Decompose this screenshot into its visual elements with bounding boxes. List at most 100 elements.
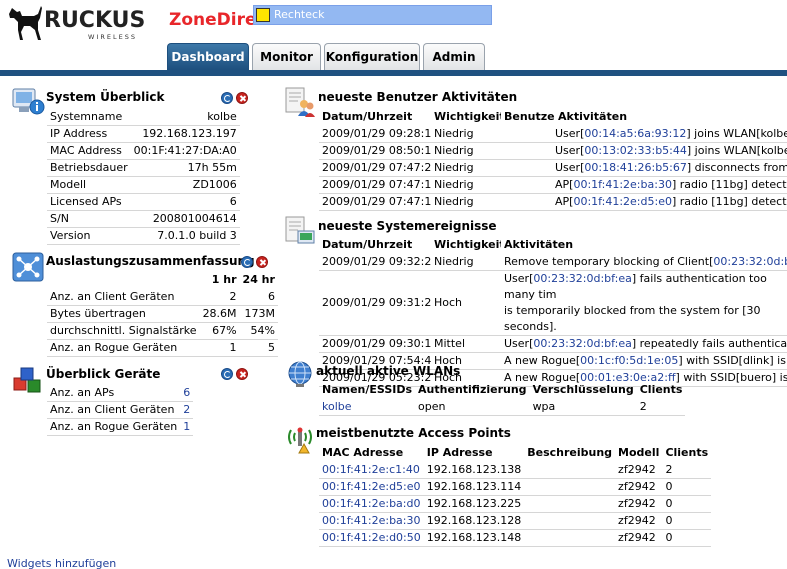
value-24hr: 173M [239, 305, 278, 323]
row-value: 6 [130, 193, 240, 211]
refresh-icon[interactable] [241, 256, 253, 268]
close-icon[interactable] [236, 92, 248, 104]
row-label: Anz. an Client Geräten [47, 288, 200, 306]
usage-summary-title: Auslastungszusammenfassung [46, 254, 255, 268]
access-point-icon [288, 427, 312, 454]
ap-mac-link[interactable]: 00:1f:41:2e:ba:d0 [319, 495, 424, 513]
mac-link[interactable]: 00:23:32:0d:bf:ea [533, 272, 631, 285]
refresh-icon[interactable] [221, 92, 233, 104]
column-header: 24 hr [242, 273, 275, 286]
mac-link[interactable]: 00:13:02:33:b5:44 [584, 144, 687, 157]
tab-dashboard[interactable]: Dashboard [167, 43, 249, 70]
table-row: 00:1f:41:2e:d5:e0 192.168.123.114 zf2942… [319, 478, 712, 496]
activity-prefix: AP[ [555, 178, 574, 191]
severity: Hoch [431, 270, 501, 336]
row-label: Systemname [47, 108, 131, 126]
user [501, 176, 555, 194]
user-activities-title: neueste Benutzer Aktivitäten [318, 90, 518, 104]
model: zf2942 [615, 529, 663, 547]
mac-link[interactable]: 00:23:32:0d:bf:ea [713, 255, 787, 268]
tab-konfiguration[interactable]: Konfiguration [324, 43, 420, 70]
refresh-icon[interactable] [221, 368, 233, 380]
overlay-label: Rechteck [274, 8, 325, 21]
table-row: 00:1f:41:2e:ba:30 192.168.123.128 zf2942… [319, 512, 712, 530]
close-icon[interactable] [256, 256, 268, 268]
close-icon[interactable] [236, 368, 248, 380]
ip-address: 192.168.123.225 [423, 495, 525, 513]
table-row: Anz. an Rogue Geräten 1 5 [47, 339, 278, 357]
value-24hr: 54% [239, 322, 278, 340]
column-header: Namen/ESSIDs [322, 383, 413, 396]
activity-prefix: AP[ [555, 195, 574, 208]
date: 2009/01/29 [322, 178, 386, 191]
user [501, 125, 555, 143]
activity-cell: A new Rogue[00:1c:f0:5d:1e:05] with SSID… [501, 352, 787, 370]
rectangle-overlay[interactable]: Rechteck [253, 5, 492, 25]
overlay-checkbox[interactable] [256, 8, 270, 22]
activity-prefix: User[ [504, 271, 534, 285]
count-link[interactable]: 1 [180, 418, 194, 436]
clients: 2 [662, 461, 712, 479]
ap-mac-link[interactable]: 00:1f:41:2e:ba:30 [319, 512, 424, 530]
time: 09:28:10 [388, 126, 431, 140]
column-header: Beschreibung [527, 446, 613, 459]
date: 2009/01/29 [322, 126, 386, 140]
row-label: Betriebsdauer [47, 159, 131, 177]
table-row: 2009/01/29 09:30:16 Mittel User[00:23:32… [319, 335, 787, 353]
ap-mac-link[interactable]: 00:1f:41:2e:c1:40 [319, 461, 424, 479]
wlan-name-link[interactable]: kolbe [319, 398, 416, 416]
datetime-cell: 2009/01/29 07:47:20 [319, 159, 431, 177]
row-label: MAC Address [47, 142, 131, 160]
encryption: wpa [529, 398, 637, 416]
activity-cell: User[00:23:32:0d:bf:ea] fails authentica… [501, 270, 787, 336]
tab-admin[interactable]: Admin [423, 43, 485, 70]
datetime-cell: 2009/01/29 08:50:16 [319, 142, 431, 160]
ip-address: 192.168.123.128 [423, 512, 525, 530]
description [524, 495, 616, 513]
mac-link[interactable]: 00:18:41:26:b5:67 [584, 161, 687, 174]
time: 07:47:20 [388, 161, 431, 174]
system-overview-table: Systemname kolbe IP Address 192.168.123.… [47, 108, 240, 245]
count-link[interactable]: 2 [180, 401, 194, 419]
severity: Niedrig [431, 193, 501, 211]
column-header: Aktivitäten [558, 110, 628, 123]
system-events-icon [285, 216, 315, 244]
access-points-title: meistbenutzte Access Points [316, 426, 511, 440]
ruckus-logo: RUCKUS WIRELESS [8, 2, 158, 44]
column-header: IP Adresse [426, 446, 493, 459]
model: zf2942 [615, 512, 663, 530]
mac-link[interactable]: 00:14:a5:6a:93:12 [584, 127, 686, 140]
activity-prefix: User[ [555, 144, 585, 157]
app-header: RUCKUS WIRELESS ZoneDirector Rechteck Da… [0, 0, 787, 70]
ip-address: 192.168.123.114 [423, 478, 525, 496]
column-header: Aktivitäten [504, 238, 574, 251]
date: 2009/01/29 [322, 144, 386, 157]
activity-line2: is temporarily blocked from the system f… [504, 303, 761, 333]
time: 07:47:19 [388, 195, 431, 208]
row-label: durchschnittl. Signalstärke [47, 322, 200, 340]
activity-suffix: ] with SSID[buero] is detec [675, 371, 787, 384]
ap-mac-link[interactable]: 00:1f:41:2e:d5:e0 [319, 478, 424, 496]
table-row: 00:1f:41:2e:d0:50 192.168.123.148 zf2942… [319, 529, 712, 547]
date: 2009/01/29 [322, 195, 386, 208]
row-label: Licensed APs [47, 193, 131, 211]
mac-link[interactable]: 00:1f:41:2e:d5:e0 [573, 195, 672, 208]
activity-suffix: ] radio [11bg] detects Us [671, 178, 787, 191]
date: 2009/01/29 [322, 254, 386, 268]
severity: Niedrig [431, 159, 501, 177]
count-link[interactable]: 6 [180, 384, 194, 402]
tab-monitor[interactable]: Monitor [252, 43, 321, 70]
table-row: 2009/01/29 07:47:19 Niedrig AP[00:1f:41:… [319, 176, 787, 194]
time: 07:47:19 [388, 178, 431, 191]
ap-mac-link[interactable]: 00:1f:41:2e:d0:50 [319, 529, 424, 547]
column-header: Clients [665, 446, 709, 459]
active-wlans-table: Namen/ESSIDs Authentifizierung Verschlüs… [319, 381, 686, 416]
brand-subtitle: WIRELESS [88, 33, 137, 41]
brand-name: RUCKUS [44, 8, 146, 33]
severity: Niedrig [431, 142, 501, 160]
activity-prefix: User[ [555, 126, 585, 140]
mac-link[interactable]: 00:23:32:0d:bf:ea [533, 337, 631, 350]
add-widgets-link[interactable]: Widgets hinzufügen [7, 557, 116, 569]
mac-link[interactable]: 00:1c:f0:5d:1e:05 [580, 354, 678, 367]
mac-link[interactable]: 00:1f:41:2e:ba:30 [573, 178, 672, 191]
